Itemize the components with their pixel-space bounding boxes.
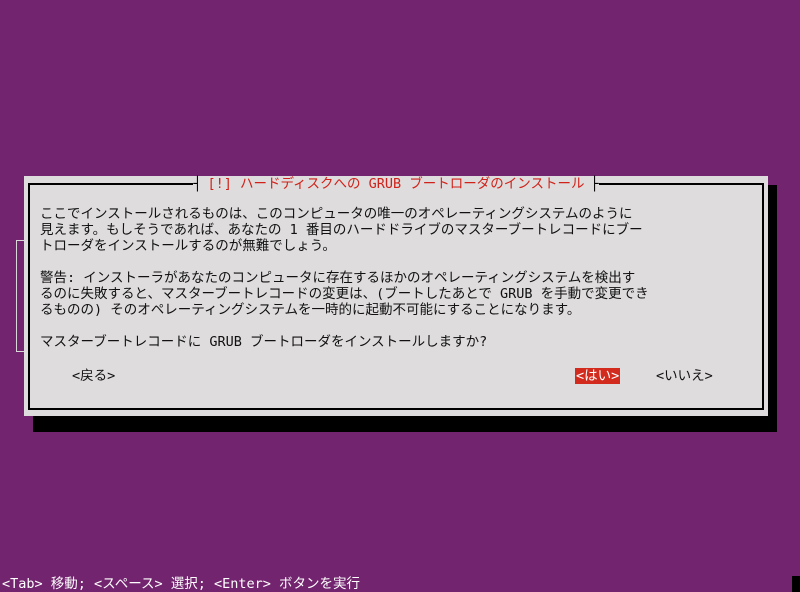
back-button[interactable]: <戻る> xyxy=(72,368,115,384)
grub-install-dialog: ┤ [!] ハードディスクへの GRUB ブートローダのインストール ├ ここでイン… xyxy=(24,176,768,416)
yes-button[interactable]: <はい> xyxy=(575,368,621,384)
cursor-block xyxy=(792,576,800,592)
warning-line: 警告: インストーラがあなたのコンピュータに存在するほかのオペレーティングシステ… xyxy=(40,270,636,286)
body-line: トローダをインストールするのが無難でしょう。 xyxy=(40,238,336,254)
warning-line: るものの) そのオペレーティングシステムを一時的に起動不可能にすることになります… xyxy=(40,302,581,318)
body-line: ここでインストールされるものは、このコンピュータの唯一のオペレーティングシステム… xyxy=(40,206,633,222)
warning-line: るのに失敗すると、マスターブートレコードの変更は、(ブートしたあとで GRUB … xyxy=(40,286,649,302)
keyboard-help-statusbar: <Tab> 移動; <スペース> 選択; <Enter> ボタンを実行 xyxy=(2,576,361,592)
question-text: マスターブートレコードに GRUB ブートローダをインストールしますか? xyxy=(40,334,488,350)
dialog-title: [!] ハードディスクへの GRUB ブートローダのインストール xyxy=(201,176,591,192)
body-line: 見えます。もしそうであれば、あなたの 1 番目のハードドライブのマスターブートレ… xyxy=(40,222,643,238)
no-button[interactable]: <いいえ> xyxy=(656,368,713,384)
title-bracket-right: ├ xyxy=(590,176,599,192)
dialog-title-bar: ┤ [!] ハードディスクへの GRUB ブートローダのインストール ├ xyxy=(24,176,768,192)
dialog-body: ここでインストールされるものは、このコンピュータの唯一のオペレーティングシステム… xyxy=(40,206,756,350)
